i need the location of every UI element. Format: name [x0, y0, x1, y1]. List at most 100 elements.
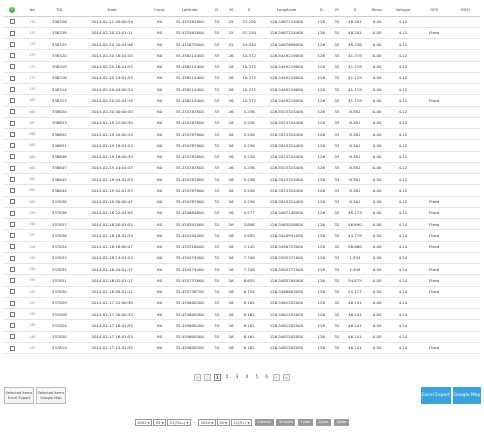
last-page-button[interactable]: »: [282, 374, 290, 381]
from-day-select[interactable]: 01(Thu.)▼: [167, 419, 191, 426]
page-button-1[interactable]: 1: [213, 374, 221, 381]
column-header[interactable]: D: [209, 4, 224, 17]
range-1year-button[interactable]: 1year: [298, 419, 314, 426]
row-checkbox[interactable]: [9, 266, 15, 272]
row-checkbox[interactable]: [9, 300, 15, 306]
google-map-button[interactable]: Google Map: [453, 387, 481, 404]
prev-page-button[interactable]: ‹: [203, 374, 211, 381]
row-select-cell[interactable]: [4, 128, 21, 141]
table-row[interactable]: 164 338648 2014-02-19 16:00:34 80 33.4347878…: [4, 151, 480, 163]
table-row[interactable]: 151 337829 2014-02-17 22:00:30 80 33.4356003…: [4, 297, 480, 310]
row-checkbox[interactable]: [9, 19, 15, 25]
row-select-cell[interactable]: [4, 263, 21, 276]
page-button-4[interactable]: 4: [243, 374, 250, 381]
column-header[interactable]: S: [238, 4, 260, 17]
from-month-select[interactable]: 02▼: [153, 419, 167, 426]
row-select-cell[interactable]: [4, 207, 21, 220]
table-row[interactable]: 174 338325 2014-02-20 20:01:46 80 33.4316750…: [4, 38, 480, 51]
row-checkbox[interactable]: [9, 278, 15, 284]
excel-export-button[interactable]: Excel Export: [421, 387, 451, 404]
table-row[interactable]: 172 338319 2014-02-20 16:01:53 80 33.4362144…: [4, 61, 480, 73]
column-header[interactable]: GPS: [417, 4, 452, 17]
table-row[interactable]: 147 337819 2014-02-17 14:01:35 80 33.4356003…: [4, 342, 480, 355]
row-checkbox[interactable]: [9, 233, 15, 239]
row-select-cell[interactable]: [4, 297, 21, 310]
row-checkbox[interactable]: [9, 120, 15, 126]
row-select-cell[interactable]: [4, 218, 21, 231]
page-button-5[interactable]: 5: [253, 374, 260, 381]
table-row[interactable]: 163 338647 2014-02-19 14:01:53 80 33.4347878…: [4, 162, 480, 175]
row-select-cell[interactable]: [4, 252, 21, 265]
table-row[interactable]: 166 338652 2014-02-19 20:00:34 80 33.4347878…: [4, 128, 480, 141]
table-row[interactable]: 173 338324 2014-02-20 18:01:54 80 33.4362144…: [4, 49, 480, 62]
page-button-2[interactable]: 2: [224, 374, 231, 381]
row-select-cell[interactable]: [4, 331, 21, 343]
table-row[interactable]: 159 337838 2014-02-18 22:01:05 80 33.4346846…: [4, 207, 480, 220]
table-row[interactable]: 150 337826 2014-02-17 20:00:34 80 33.4356003…: [4, 308, 480, 321]
column-header[interactable]: D: [312, 4, 330, 17]
row-select-cell[interactable]: [4, 162, 21, 175]
row-checkbox[interactable]: [9, 165, 15, 171]
column-header[interactable]: Voltage: [388, 4, 418, 17]
row-select-cell[interactable]: [4, 16, 21, 28]
select-all-header[interactable]: ✓: [4, 4, 21, 17]
table-row[interactable]: 170 338314 2014-02-20 04:00:34 80 33.4362144…: [4, 83, 480, 96]
row-select-cell[interactable]: [4, 151, 21, 163]
selected-excel-export-button[interactable]: Selected Items Excel Export: [4, 387, 34, 404]
row-select-cell[interactable]: [4, 274, 21, 287]
row-select-cell[interactable]: [4, 196, 21, 208]
table-row[interactable]: 168 338654 2014-02-20 00:00:30 80 33.4347878…: [4, 106, 480, 118]
column-header[interactable]: No: [20, 4, 44, 17]
table-row[interactable]: 160 337838 2014-02-19 00:00:47 80 33.4347878…: [4, 196, 480, 208]
to-year-select[interactable]: 2014▼: [198, 419, 216, 426]
row-checkbox[interactable]: [9, 221, 15, 227]
row-select-cell[interactable]: [4, 117, 21, 130]
row-checkbox[interactable]: [9, 154, 15, 160]
selected-google-map-button[interactable]: Selected Items Google Map: [36, 387, 66, 404]
column-header[interactable]: RSSI: [451, 4, 480, 17]
column-header[interactable]: Longitude: [259, 4, 313, 17]
table-row[interactable]: 156 337834 2014-02-18 16:00:47 80 33.4353180…: [4, 241, 480, 253]
to-day-select[interactable]: 21(Fri.)▼: [231, 419, 253, 426]
table-row[interactable]: 176 338326 2014-02-21 00:00:34 80 33.4325638…: [4, 16, 480, 28]
row-checkbox[interactable]: [9, 188, 15, 194]
row-select-cell[interactable]: [4, 308, 21, 321]
table-row[interactable]: 157 337836 2014-02-18 18:01:34 80 33.4341945…: [4, 229, 480, 242]
column-header[interactable]: Latitude: [169, 4, 210, 17]
row-checkbox[interactable]: [9, 199, 15, 205]
row-checkbox[interactable]: [9, 323, 15, 329]
row-checkbox[interactable]: [9, 131, 15, 137]
column-header[interactable]: TID: [43, 4, 75, 17]
row-select-cell[interactable]: [4, 38, 21, 51]
range-3year-button[interactable]: 3year: [333, 419, 350, 426]
range-2year-button[interactable]: 2year: [315, 419, 332, 426]
row-checkbox[interactable]: [9, 255, 15, 261]
table-row[interactable]: 171 338316 2014-02-20 14:01:53 80 33.4362144…: [4, 72, 480, 85]
row-checkbox[interactable]: [9, 345, 15, 351]
column-header[interactable]: Date: [74, 4, 150, 17]
row-checkbox[interactable]: [9, 210, 15, 216]
from-year-select[interactable]: 2001▼: [134, 419, 153, 426]
row-select-cell[interactable]: [4, 61, 21, 73]
table-row[interactable]: 153 337831 2014-02-18 02:01:17 80 33.4357376…: [4, 274, 480, 287]
row-select-cell[interactable]: [4, 319, 21, 332]
table-row[interactable]: 167 338653 2014-02-19 22:00:30 80 33.4347878…: [4, 117, 480, 130]
row-checkbox[interactable]: [9, 75, 15, 81]
table-row[interactable]: 165 338651 2014-02-19 18:01:53 80 33.4347878…: [4, 139, 480, 152]
range-1month-button[interactable]: 1month: [254, 419, 274, 426]
row-checkbox[interactable]: [9, 244, 15, 250]
row-checkbox[interactable]: [9, 334, 15, 340]
row-checkbox[interactable]: [9, 64, 15, 70]
row-checkbox[interactable]: [9, 41, 15, 47]
column-header[interactable]: S: [344, 4, 366, 17]
row-select-cell[interactable]: [4, 184, 21, 197]
row-select-cell[interactable]: [4, 173, 21, 186]
row-select-cell[interactable]: [4, 139, 21, 152]
to-month-select[interactable]: 02▼: [216, 419, 230, 426]
row-checkbox[interactable]: [9, 311, 15, 317]
row-select-cell[interactable]: [4, 106, 21, 118]
row-checkbox[interactable]: [9, 289, 15, 295]
column-header[interactable]: M: [223, 4, 239, 17]
row-select-cell[interactable]: [4, 49, 21, 62]
row-select-cell[interactable]: [4, 342, 21, 355]
